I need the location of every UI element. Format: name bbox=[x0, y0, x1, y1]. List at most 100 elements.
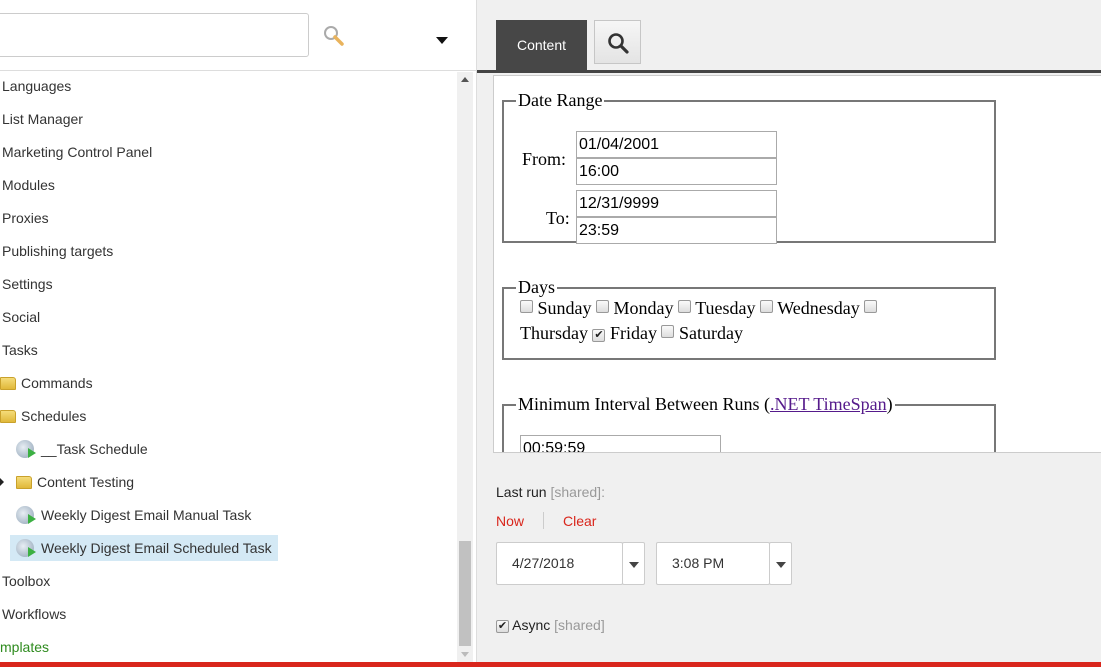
time-dropdown-button[interactable] bbox=[769, 542, 792, 585]
day-option: ✔ Friday bbox=[592, 323, 657, 343]
tree-item-label: Modules bbox=[2, 177, 55, 193]
tree-item[interactable]: Weekly Digest Email Scheduled Task bbox=[10, 535, 278, 561]
scheduled-task-icon bbox=[16, 506, 36, 524]
tree-item[interactable]: Tasks bbox=[2, 337, 38, 363]
divider bbox=[543, 512, 544, 529]
day-checkbox-friday[interactable]: ✔ bbox=[592, 329, 606, 342]
day-label: Monday bbox=[613, 298, 674, 318]
tree-item-label: Workflows bbox=[2, 606, 67, 622]
tree-item-label: Weekly Digest Email Manual Task bbox=[41, 507, 252, 523]
day-checkbox-thursday[interactable] bbox=[864, 300, 878, 313]
tree-item-label: Tasks bbox=[2, 342, 38, 358]
date-range-legend: Date Range bbox=[518, 90, 603, 110]
interval-input[interactable]: 00:59:59 bbox=[520, 435, 721, 452]
content-tree-panel: Languages List Manager Marketing Control P… bbox=[0, 0, 477, 662]
tree-item[interactable]: Publishing targets bbox=[2, 238, 113, 264]
tree-item-label: Proxies bbox=[2, 210, 49, 226]
from-time-input[interactable]: 16:00 bbox=[576, 158, 777, 185]
day-option: Wednesday bbox=[760, 298, 860, 318]
tree-item[interactable]: Languages bbox=[2, 73, 71, 99]
expand-arrow-icon[interactable] bbox=[0, 478, 4, 486]
day-label: Tuesday bbox=[695, 298, 756, 318]
last-run-time-input[interactable]: 3:08 PM bbox=[656, 542, 770, 585]
day-checkbox-monday[interactable] bbox=[596, 300, 609, 313]
tree-item[interactable]: Weekly Digest Email Manual Task bbox=[16, 502, 251, 528]
tree-item-label: Social bbox=[2, 309, 41, 325]
interval-legend-text: Minimum Interval Between Runs ( bbox=[518, 394, 770, 414]
day-option: Saturday bbox=[661, 323, 743, 343]
tree-item-label: mplates bbox=[0, 639, 50, 655]
day-checkbox-wednesday[interactable] bbox=[760, 300, 774, 313]
day-checkbox-tuesday[interactable] bbox=[678, 300, 691, 313]
last-run-text: Last run bbox=[496, 484, 547, 500]
tab-underline bbox=[477, 70, 1101, 73]
scrollbar-thumb[interactable] bbox=[459, 541, 471, 646]
day-option: Sunday bbox=[520, 298, 592, 318]
tree-item-label: List Manager bbox=[2, 111, 83, 127]
tree-item-label: Schedules bbox=[21, 408, 87, 424]
tree-item[interactable]: Marketing Control Panel bbox=[2, 139, 152, 165]
chevron-down-icon bbox=[628, 562, 639, 568]
tree-item[interactable]: Commands bbox=[0, 370, 93, 396]
date-range-fieldset: Date Range From: 01/04/2001 16:00 To: 12… bbox=[502, 90, 996, 244]
day-label: Thursday bbox=[520, 323, 588, 343]
bottom-accent-bar bbox=[0, 662, 1101, 667]
scheduled-task-icon bbox=[16, 440, 36, 458]
now-link[interactable]: Now bbox=[496, 513, 524, 529]
days-fieldset: Days Sunday Monday Tuesday Wednesday Thu… bbox=[502, 277, 996, 360]
folder-icon bbox=[16, 476, 32, 489]
tree-item[interactable]: List Manager bbox=[2, 106, 83, 132]
folder-icon bbox=[0, 377, 16, 390]
interval-legend-end: ) bbox=[886, 394, 893, 414]
day-option: Thursday bbox=[520, 323, 588, 343]
day-option: Tuesday bbox=[678, 298, 756, 318]
from-label: From: bbox=[522, 149, 567, 169]
tree-item-label: Commands bbox=[21, 375, 93, 391]
tree-item-label: Settings bbox=[2, 276, 53, 292]
tab-content[interactable]: Content bbox=[496, 20, 587, 70]
days-legend: Days bbox=[518, 277, 555, 297]
to-time-input[interactable]: 23:59 bbox=[576, 217, 777, 244]
folder-icon bbox=[0, 410, 16, 423]
async-checkbox[interactable]: ✔ bbox=[496, 620, 509, 633]
date-dropdown-button[interactable] bbox=[622, 542, 645, 585]
tree-item[interactable]: mplates bbox=[0, 634, 49, 660]
from-date-input[interactable]: 01/04/2001 bbox=[576, 131, 777, 158]
tree-item[interactable]: __Task Schedule bbox=[16, 436, 148, 462]
tree-item-label: Marketing Control Panel bbox=[2, 144, 153, 160]
day-option: Monday bbox=[596, 298, 674, 318]
async-label: Async bbox=[512, 617, 551, 633]
tree-item[interactable]: Social bbox=[2, 304, 40, 330]
day-label: Wednesday bbox=[777, 298, 860, 318]
tree-item[interactable]: Modules bbox=[2, 172, 55, 198]
tree-item[interactable]: Toolbox bbox=[2, 568, 50, 594]
clear-link[interactable]: Clear bbox=[563, 513, 596, 529]
day-checkbox-saturday[interactable] bbox=[661, 325, 675, 338]
scroll-up-icon[interactable] bbox=[461, 77, 469, 82]
tree-item[interactable]: Settings bbox=[2, 271, 53, 297]
interval-legend: Minimum Interval Between Runs (.NET Time… bbox=[516, 394, 895, 415]
search-icon[interactable] bbox=[323, 25, 345, 50]
tree-item-label: Content Testing bbox=[37, 474, 135, 490]
tree-item[interactable]: Proxies bbox=[2, 205, 49, 231]
tab-search[interactable] bbox=[594, 20, 641, 64]
tree-search-input[interactable] bbox=[0, 13, 309, 57]
tree-item[interactable]: Content Testing bbox=[0, 469, 135, 495]
scroll-down-icon[interactable] bbox=[461, 652, 469, 657]
last-run-date-input[interactable]: 4/27/2018 bbox=[496, 542, 623, 585]
scheduled-task-icon bbox=[16, 539, 36, 557]
to-date-input[interactable]: 12/31/9999 bbox=[576, 190, 777, 217]
dropdown-caret-icon[interactable] bbox=[436, 31, 448, 47]
tree-item-label: Languages bbox=[2, 78, 72, 94]
tree-item-label: Publishing targets bbox=[2, 243, 114, 259]
timespan-link[interactable]: .NET TimeSpan bbox=[770, 394, 887, 414]
tree-item[interactable]: Schedules bbox=[0, 403, 86, 429]
schedule-editor-frame: Date Range From: 01/04/2001 16:00 To: 12… bbox=[493, 75, 1101, 453]
tree-item[interactable]: Workflows bbox=[2, 601, 66, 627]
day-label: Sunday bbox=[537, 298, 592, 318]
chevron-down-icon bbox=[775, 562, 786, 568]
day-checkbox-sunday[interactable] bbox=[520, 300, 533, 313]
divider bbox=[0, 70, 477, 71]
day-label: Saturday bbox=[678, 323, 743, 343]
tree-item-label: __Task Schedule bbox=[41, 441, 148, 457]
